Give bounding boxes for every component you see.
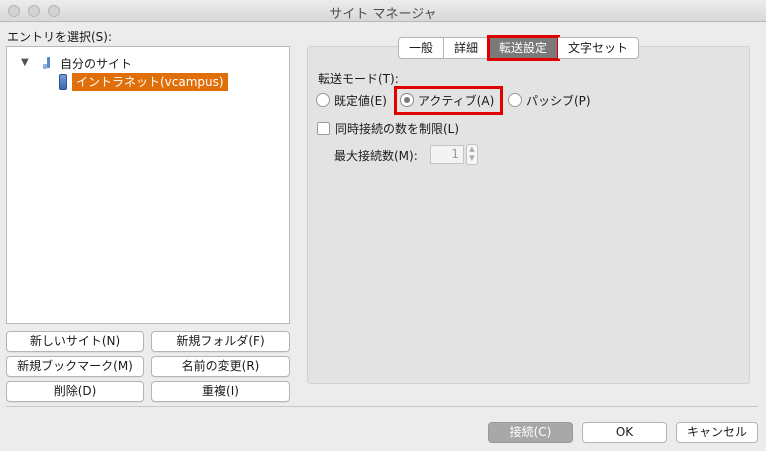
stepper-down-icon[interactable]: ▼: [467, 154, 477, 163]
tree-item-intranet[interactable]: イントラネット(vcampus): [59, 73, 228, 91]
max-connections-stepper[interactable]: ▲ ▼: [466, 144, 478, 165]
server-icon: [59, 74, 67, 90]
stepper-up-icon[interactable]: ▲: [467, 145, 477, 154]
new-site-button[interactable]: 新しいサイト(N): [6, 331, 144, 352]
duplicate-button[interactable]: 重複(I): [151, 381, 290, 402]
limit-connections-checkbox[interactable]: 同時接続の数を制限(L): [317, 119, 459, 137]
max-connections-input[interactable]: 1: [430, 145, 464, 164]
connect-button[interactable]: 接続(C): [488, 422, 573, 443]
ok-button[interactable]: OK: [582, 422, 667, 443]
title-bar: サイト マネージャ: [0, 0, 766, 22]
window-title: サイト マネージャ: [329, 7, 437, 22]
tree-item-my-sites-label: 自分のサイト: [60, 56, 133, 71]
tab-advanced[interactable]: 詳細: [444, 37, 490, 59]
expand-arrow-icon[interactable]: ▼: [21, 57, 29, 68]
rename-button[interactable]: 名前の変更(R): [151, 356, 290, 377]
radio-default-indicator: [316, 93, 330, 107]
transfer-mode-label: 転送モード(T):: [318, 72, 399, 86]
delete-button[interactable]: 削除(D): [6, 381, 144, 402]
radio-active-indicator: [400, 93, 414, 107]
site-tree[interactable]: ▼ 自分のサイト イントラネット(vcampus): [6, 46, 290, 324]
new-folder-button[interactable]: 新規フォルダ(F): [151, 331, 290, 352]
radio-passive-label: パッシブ(P): [526, 93, 591, 108]
footer-divider: [6, 406, 758, 407]
cancel-button[interactable]: キャンセル: [676, 422, 758, 443]
radio-active[interactable]: アクティブ(A): [400, 91, 494, 109]
limit-connections-box: [317, 121, 330, 135]
radio-active-label: アクティブ(A): [418, 93, 495, 108]
new-bookmark-button[interactable]: 新規ブックマーク(M): [6, 356, 144, 377]
tree-item-my-sites[interactable]: 自分のサイト: [42, 54, 132, 72]
select-entry-label: エントリを選択(S):: [7, 30, 113, 44]
radio-passive[interactable]: パッシブ(P): [508, 91, 591, 109]
tree-item-intranet-label: イントラネット(vcampus): [72, 73, 228, 91]
site-manager-window: サイト マネージャ エントリを選択(S): ▼ 自分のサイト イントラネット(v…: [0, 0, 766, 451]
radio-default-label: 既定値(E): [334, 93, 387, 108]
tab-charset[interactable]: 文字セット: [558, 37, 640, 59]
settings-tabs: 一般 詳細 転送設定 文字セット: [398, 35, 640, 61]
radio-passive-indicator: [508, 93, 522, 107]
tab-general[interactable]: 一般: [398, 37, 445, 59]
radio-default[interactable]: 既定値(E): [316, 91, 387, 109]
limit-connections-label: 同時接続の数を制限(L): [335, 121, 460, 136]
tab-transfer-settings[interactable]: 転送設定: [487, 35, 561, 61]
max-connections-label: 最大接続数(M):: [334, 149, 418, 163]
folder-icon: [42, 55, 56, 71]
